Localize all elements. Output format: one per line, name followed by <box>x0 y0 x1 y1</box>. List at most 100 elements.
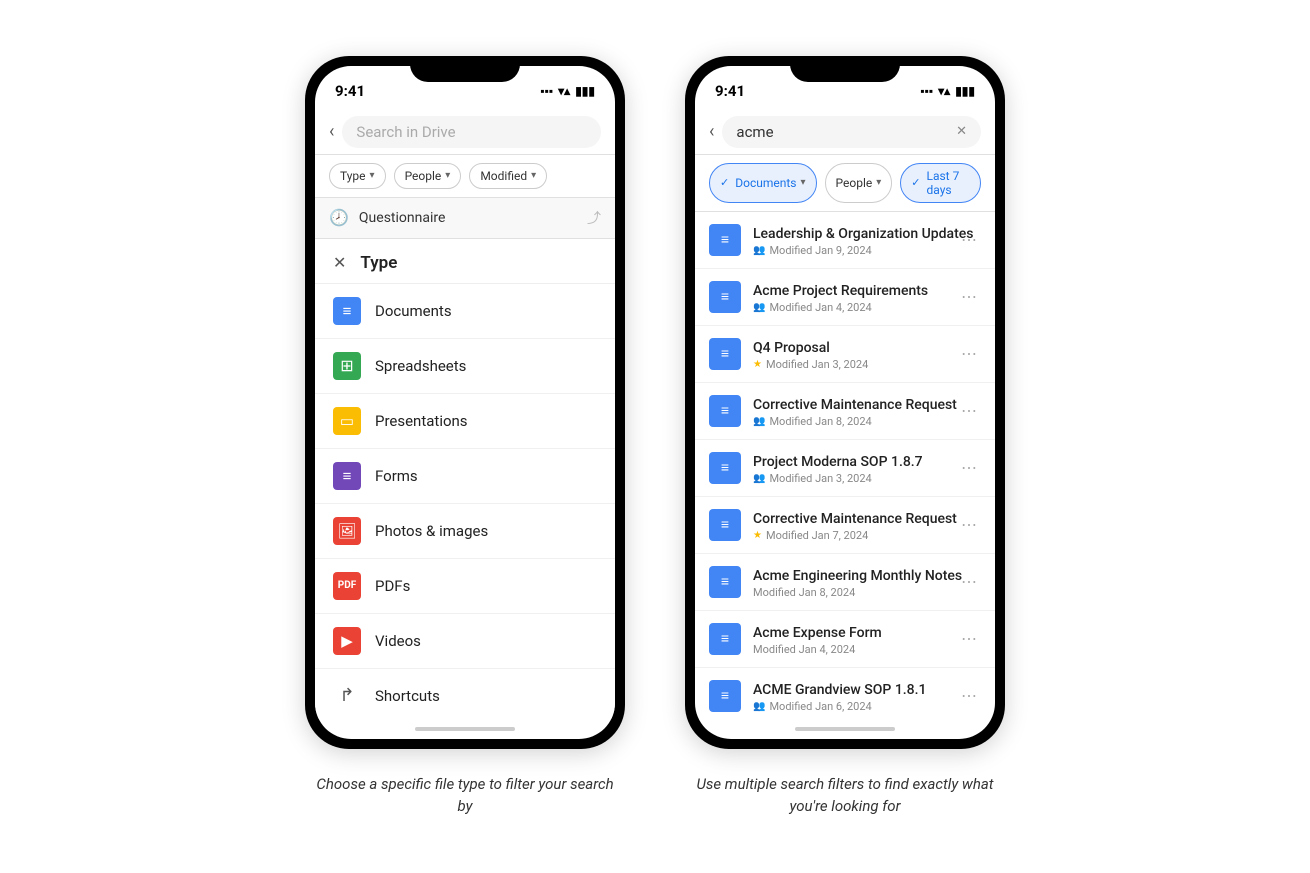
home-indicator-2 <box>695 719 995 739</box>
result-name: Leadership & Organization Updates <box>753 226 973 242</box>
list-item-pdfs[interactable]: PDF PDFs <box>315 559 615 614</box>
list-item-presentations[interactable]: ▭ Presentations <box>315 394 615 449</box>
list-item-forms[interactable]: ≡ Forms <box>315 449 615 504</box>
more-options-button[interactable]: ⋯ <box>957 226 981 253</box>
result-item[interactable]: ≡ ACME Grandview SOP 1.8.1 👥 Modified Jan 6… <box>695 668 995 719</box>
more-options-button[interactable]: ⋯ <box>957 682 981 709</box>
filter-people-1[interactable]: People ▾ <box>394 163 462 189</box>
back-button-2[interactable]: ‹ <box>709 121 714 142</box>
notch1 <box>410 56 520 82</box>
result-item[interactable]: ≡Acme Expense FormModified Jan 4, 2024⋯ <box>695 611 995 668</box>
search-query: acme <box>736 123 773 141</box>
doc-icon: ≡ <box>709 452 741 484</box>
home-bar-1 <box>415 727 515 731</box>
photos-icon: 🖼 <box>333 517 361 545</box>
recent-row[interactable]: 🕗 Questionnaire ⤴ <box>315 198 615 239</box>
chevron-down-icon-4: ▾ <box>800 177 805 188</box>
presentations-icon: ▭ <box>333 407 361 435</box>
result-info: Leadership & Organization Updates👥Modifi… <box>753 223 945 257</box>
more-options-button[interactable]: ⋯ <box>957 511 981 538</box>
phone2-screen: 9:41 ▪▪▪ ▾▴ ▮▮▮ ‹ acme ✕ ✓ Document <box>695 66 995 739</box>
phone1-wrapper: 9:41 ▪▪▪ ▾▴ ▮▮▮ ‹ Search in Drive Type ▾ <box>305 56 625 818</box>
list-item-videos[interactable]: ▶ Videos <box>315 614 615 669</box>
result-info: Corrective Maintenance Request👥Modified … <box>753 394 945 428</box>
status-time-2: 9:41 <box>715 82 745 100</box>
filter-people-2[interactable]: People ▾ <box>825 163 893 203</box>
result-meta: 👥 Modified Jan 6, 2024 <box>753 700 945 713</box>
filter-type[interactable]: Type ▾ <box>329 163 386 189</box>
more-options-button[interactable]: ⋯ <box>957 625 981 652</box>
doc-icon: ≡ <box>709 395 741 427</box>
wifi-icon-2: ▾▴ <box>938 84 950 98</box>
type-header: ✕ Type <box>315 239 615 284</box>
filter-modified[interactable]: Modified ▾ <box>469 163 547 189</box>
result-item[interactable]: ≡Acme Project Requirements👥Modified Jan … <box>695 269 995 326</box>
result-item[interactable]: ≡ Corrective Maintenance Request👥Modified… <box>695 383 995 440</box>
result-date: Modified Jan 6, 2024 <box>769 700 871 713</box>
result-date: Modified Jan 4, 2024 <box>753 643 855 656</box>
result-name: Acme Expense Form <box>753 625 882 641</box>
search-input-2[interactable]: acme ✕ <box>722 116 981 148</box>
result-item[interactable]: ≡Acme Engineering Monthly NotesModified … <box>695 554 995 611</box>
pdfs-label: PDFs <box>375 577 410 595</box>
spreadsheets-label: Spreadsheets <box>375 357 466 375</box>
clear-search-icon[interactable]: ✕ <box>956 124 967 139</box>
result-item[interactable]: ≡Corrective Maintenance Request★Modified… <box>695 497 995 554</box>
home-indicator-1 <box>315 719 615 739</box>
battery-icon: ▮▮▮ <box>575 84 595 98</box>
list-item-documents[interactable]: ≡ Documents <box>315 284 615 339</box>
result-meta: 👥 Modified Jan 4, 2024 <box>753 301 945 314</box>
result-name: ACME Grandview SOP 1.8.1 <box>753 682 927 698</box>
filter-last7days[interactable]: ✓ Last 7 days <box>900 163 981 203</box>
result-info: Project Moderna SOP 1.8.7👥Modified Jan 3… <box>753 451 945 485</box>
result-item[interactable]: ≡ Q4 Proposal★Modified Jan 3, 2024 ⋯ <box>695 326 995 383</box>
shortcuts-label: Shortcuts <box>375 687 440 705</box>
list-item-photos[interactable]: 🖼 Photos & images <box>315 504 615 559</box>
doc-icon: ≡ <box>709 338 741 370</box>
result-date: Modified Jan 4, 2024 <box>769 301 871 314</box>
more-options-button[interactable]: ⋯ <box>957 340 981 367</box>
battery-icon-2: ▮▮▮ <box>955 84 975 98</box>
list-item-shortcuts[interactable]: ↱ Shortcuts <box>315 669 615 719</box>
chevron-down-icon-2: ▾ <box>445 170 450 181</box>
videos-icon: ▶ <box>333 627 361 655</box>
back-button-1[interactable]: ‹ <box>329 121 334 142</box>
result-info: Acme Engineering Monthly NotesModified J… <box>753 565 945 599</box>
result-item[interactable]: ≡ Project Moderna SOP 1.8.7👥Modified Jan … <box>695 440 995 497</box>
doc-icon: ≡ <box>709 680 741 712</box>
type-panel: ✕ Type ≡ Documents ⊞ Spreadsheets ▭ Pres… <box>315 239 615 719</box>
status-icons-1: ▪▪▪ ▾▴ ▮▮▮ <box>540 84 595 98</box>
result-item[interactable]: ≡Leadership & Organization Updates👥Modif… <box>695 212 995 269</box>
search-placeholder: Search in Drive <box>356 123 455 141</box>
shared-icon: 👥 <box>753 245 765 256</box>
search-bar-2: ‹ acme ✕ <box>695 110 995 155</box>
shared-icon: 👥 <box>753 416 765 427</box>
chevron-down-icon-5: ▾ <box>876 177 881 188</box>
shared-icon: 👥 <box>753 302 765 313</box>
result-date: Modified Jan 9, 2024 <box>769 244 871 257</box>
filter-row-2: ✓ Documents ▾ People ▾ ✓ Last 7 days <box>695 155 995 212</box>
phone2: 9:41 ▪▪▪ ▾▴ ▮▮▮ ‹ acme ✕ ✓ Document <box>685 56 1005 749</box>
shared-icon: 👥 <box>753 473 765 484</box>
recent-arrow-icon: ⤴ <box>587 208 601 228</box>
shared-icon: 👥 <box>753 701 765 712</box>
more-options-button[interactable]: ⋯ <box>957 568 981 595</box>
star-icon: ★ <box>753 530 762 541</box>
more-options-button[interactable]: ⋯ <box>957 454 981 481</box>
list-item-spreadsheets[interactable]: ⊞ Spreadsheets <box>315 339 615 394</box>
result-name: Acme Engineering Monthly Notes <box>753 568 962 584</box>
search-input-1[interactable]: Search in Drive <box>342 116 601 148</box>
close-icon[interactable]: ✕ <box>333 253 346 272</box>
forms-label: Forms <box>375 467 418 485</box>
more-options-button[interactable]: ⋯ <box>957 283 981 310</box>
filter-documents[interactable]: ✓ Documents ▾ <box>709 163 817 203</box>
result-info: Q4 Proposal★Modified Jan 3, 2024 <box>753 337 945 371</box>
doc-icon: ≡ <box>709 224 741 256</box>
chevron-down-icon-3: ▾ <box>531 170 536 181</box>
spreadsheets-icon: ⊞ <box>333 352 361 380</box>
phone1: 9:41 ▪▪▪ ▾▴ ▮▮▮ ‹ Search in Drive Type ▾ <box>305 56 625 749</box>
caption-2: Use multiple search filters to find exac… <box>695 773 995 818</box>
result-meta: 👥Modified Jan 3, 2024 <box>753 472 945 485</box>
more-options-button[interactable]: ⋯ <box>957 397 981 424</box>
recent-text: Questionnaire <box>359 210 577 226</box>
